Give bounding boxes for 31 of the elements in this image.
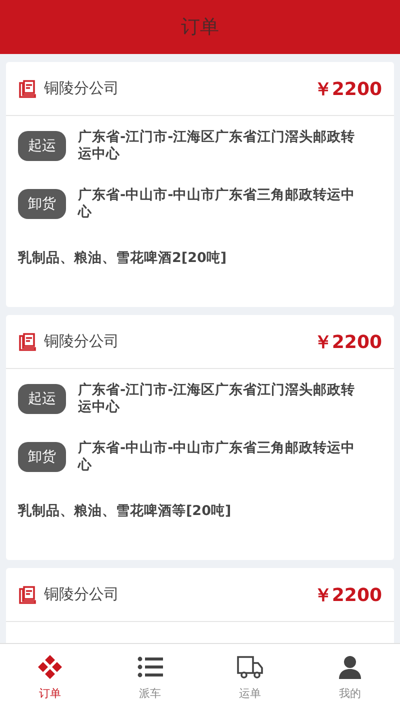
- order-card[interactable]: 铜陵分公司 ￥2200: [6, 568, 394, 643]
- address-text: 广东省-江门市-江海区广东省江门滘头邮政转运中心: [78, 382, 356, 416]
- cross-icon: [37, 654, 63, 680]
- company-name: 铜陵分公司: [44, 79, 120, 98]
- order-card[interactable]: 铜陵分公司 ￥2200 起运 广东省-江门市-江海区广东省江门滘头邮政转运中心 卸货 广东省-中山市-中山市广东省三角邮政转运中心 乳制品、粮油、雪花啤酒等[20吨]: [6, 315, 394, 560]
- company-name: 铜陵分公司: [44, 585, 120, 604]
- address-text: 广东省-中山市-中山市广东省三角邮政转运中心: [78, 440, 356, 474]
- user-icon: [337, 654, 363, 680]
- document-icon: [18, 78, 38, 98]
- price: ￥2200: [314, 584, 382, 606]
- stop-badge: 卸货: [18, 442, 66, 472]
- document-icon: [18, 332, 38, 352]
- price: ￥2200: [314, 330, 382, 354]
- tab-item[interactable]: 运单: [200, 644, 300, 711]
- price: ￥2200: [314, 78, 382, 100]
- list-icon: [137, 654, 163, 680]
- stop-badge: 起运: [18, 131, 66, 161]
- address-text: 广东省-江门市-江海区广东省江门滘头邮政转运中心: [78, 129, 356, 163]
- company-name: 铜陵分公司: [44, 332, 120, 351]
- tab-item[interactable]: 我的: [300, 644, 400, 711]
- page-title: 订单: [181, 15, 219, 40]
- address-text: 广东省-中山市-中山市广东省三角邮政转运中心: [78, 187, 356, 221]
- tab-item[interactable]: 订单: [0, 644, 100, 711]
- order-card[interactable]: 铜陵分公司 ￥2200 起运 广东省-江门市-江海区广东省江门滘头邮政转运中心 卸货 广东省-中山市-中山市广东省三角邮政转运中心 乳制品、粮油、雪花啤酒2[20吨]: [6, 62, 394, 307]
- goods-text: 乳制品、粮油、雪花啤酒等[20吨]: [18, 502, 232, 520]
- stop-badge: 卸货: [18, 189, 66, 219]
- stop-badge: 起运: [18, 384, 66, 414]
- tab-item[interactable]: 派车: [100, 644, 200, 711]
- document-icon: [18, 584, 38, 604]
- goods-text: 乳制品、粮油、雪花啤酒2[20吨]: [18, 249, 228, 267]
- truck-icon: [236, 654, 264, 680]
